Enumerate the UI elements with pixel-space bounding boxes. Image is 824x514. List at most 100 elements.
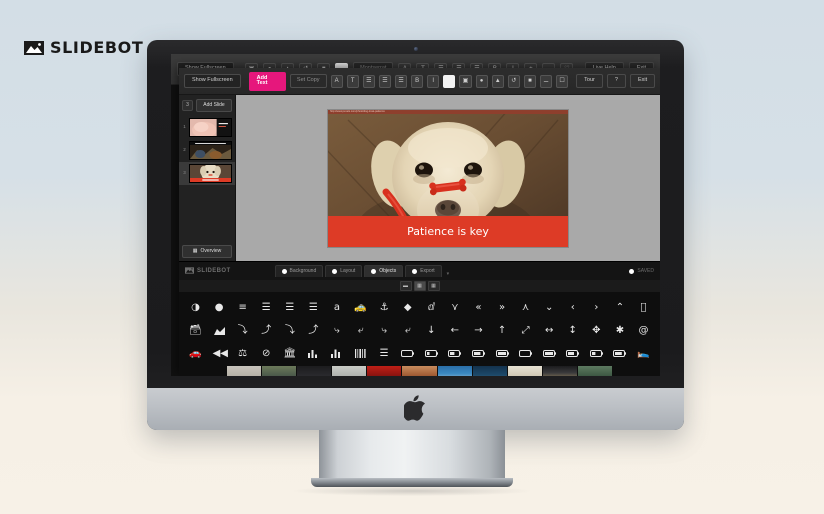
overview-button[interactable]: ▦ Overview <box>182 245 232 258</box>
battery-1-icon[interactable] <box>542 350 556 357</box>
adjust-icon[interactable]: ◑ <box>189 302 202 313</box>
angle-down-icon[interactable]: ⌄ <box>543 302 556 313</box>
ambulance-icon[interactable]: 🚕 <box>354 302 367 313</box>
strip-thumbnail[interactable] <box>507 366 542 376</box>
strip-thumbnail[interactable] <box>297 366 332 376</box>
android-icon[interactable]: ◆ <box>401 302 414 313</box>
bars-icon[interactable]: ☰ <box>378 348 391 359</box>
strip-thumbnail[interactable] <box>262 366 297 376</box>
battery-empty-icon[interactable] <box>401 350 415 357</box>
arrow-down-icon[interactable]: ↓ <box>425 325 438 336</box>
comment-icon[interactable]: ☐ <box>556 74 569 88</box>
arrow-right-icon[interactable]: → <box>472 325 485 336</box>
angle-up-icon[interactable]: ⌃ <box>613 302 626 313</box>
align-center-icon[interactable]: ☰ <box>378 74 391 88</box>
angle-double-up-icon[interactable]: ⋏ <box>519 302 532 313</box>
arrows-icon[interactable]: ⤢ <box>519 325 532 336</box>
align-left-icon[interactable]: ☰ <box>283 302 296 313</box>
arrow-circle-o-right-icon[interactable]: ⤷ <box>330 325 343 336</box>
slide-canvas[interactable]: http://www.pexels.com/photo/dog-treat-pa… <box>328 109 568 247</box>
barcode-icon[interactable] <box>354 349 367 358</box>
align-justify-icon[interactable]: ☰ <box>260 302 273 313</box>
show-fullscreen-button[interactable]: Show Fullscreen <box>184 74 241 88</box>
battery-0-icon[interactable] <box>519 350 533 357</box>
battery-4-icon[interactable] <box>613 350 627 357</box>
arrow-circle-o-left-icon[interactable]: ⤴ <box>307 325 320 336</box>
help-button[interactable]: ? <box>606 74 626 88</box>
strip-thumbnail[interactable] <box>402 366 437 376</box>
text-style-icon[interactable]: T <box>346 74 359 88</box>
adn-icon[interactable]: ● <box>213 302 226 313</box>
arrow-circle-right-icon[interactable]: ⤷ <box>378 325 391 336</box>
arrow-circle-o-down-icon[interactable]: ⤵ <box>283 325 296 336</box>
strip-thumbnail[interactable] <box>227 366 262 376</box>
list-item[interactable]: 1 <box>179 116 235 139</box>
color-swatch-icon[interactable] <box>443 74 456 88</box>
crop-icon[interactable]: ▣ <box>459 74 472 88</box>
layers-icon[interactable]: ■ <box>523 74 536 88</box>
automobile-icon[interactable]: 🚗 <box>189 348 202 359</box>
battery-three-quarters-icon[interactable] <box>471 350 485 357</box>
angle-double-right-icon[interactable]: » <box>496 302 509 313</box>
exit-button[interactable]: Exit <box>629 74 656 88</box>
arrow-up-icon[interactable]: ↑ <box>496 325 509 336</box>
bed-icon[interactable]: 🛌 <box>637 348 650 359</box>
align-right-icon[interactable]: ☰ <box>307 302 320 313</box>
angle-double-left-icon[interactable]: « <box>472 302 485 313</box>
slide-stage[interactable]: http://www.pexels.com/photo/dog-treat-pa… <box>236 95 660 261</box>
arrow-circle-down-icon[interactable]: ⤵ <box>236 325 249 336</box>
arrow-circle-left-icon[interactable]: ⤴ <box>260 325 273 336</box>
opacity-icon[interactable]: ▲ <box>491 74 504 88</box>
grid-view-icon[interactable]: ▦ <box>413 281 426 291</box>
tour-button[interactable]: Tour <box>576 74 603 88</box>
at-icon[interactable]: @ <box>637 325 650 336</box>
bold-icon[interactable]: B <box>411 74 424 88</box>
strip-thumbnail[interactable] <box>437 366 472 376</box>
strip-thumbnail[interactable] <box>542 366 577 376</box>
backward-icon[interactable]: ◀◀ <box>213 348 228 359</box>
archive-icon[interactable]: 🗃 <box>189 325 202 336</box>
strip-thumbnail[interactable] <box>367 366 402 376</box>
add-text-button[interactable]: Add Text <box>248 71 286 91</box>
arrow-left-icon[interactable]: ← <box>448 325 461 336</box>
add-slide-button[interactable]: Add Slide <box>196 99 232 112</box>
amazon-icon[interactable]: a <box>330 302 343 313</box>
slide-thumbnail[interactable] <box>189 164 232 183</box>
balance-scale-icon[interactable]: ⚖ <box>236 348 249 359</box>
font-size-icon[interactable]: A <box>330 74 343 88</box>
angle-double-down-icon[interactable]: ⋎ <box>448 302 461 313</box>
tab-layout[interactable]: Layout <box>325 265 363 277</box>
arrows-alt-icon[interactable]: ✥ <box>590 325 603 336</box>
bar-chart-o-icon[interactable] <box>330 349 343 358</box>
trash-icon[interactable]: ⚊ <box>539 74 553 88</box>
strip-thumbnail[interactable] <box>472 366 507 376</box>
angle-right-icon[interactable]: › <box>590 302 603 313</box>
asterisk-icon[interactable]: ✱ <box>613 325 626 336</box>
align-justify-icon[interactable]: ☰ <box>394 74 408 88</box>
battery-2-icon[interactable] <box>566 350 580 357</box>
battery-full-icon[interactable] <box>495 350 509 357</box>
shadow-icon[interactable]: ● <box>475 74 488 88</box>
align-left-icon[interactable]: ☰ <box>362 74 375 88</box>
area-chart-icon[interactable] <box>213 326 226 335</box>
list-item[interactable]: 3 <box>179 162 235 185</box>
battery-quarter-icon[interactable] <box>424 350 438 357</box>
apple-icon[interactable]:  <box>637 302 650 313</box>
arrow-circle-o-up-icon[interactable]: ⤶ <box>354 325 367 336</box>
tab-objects[interactable]: Objects <box>364 265 404 277</box>
thumb-view-icon[interactable]: ▦ <box>427 281 440 291</box>
chevron-down-icon[interactable]: ▾ <box>447 271 450 277</box>
slide-thumbnail[interactable] <box>189 141 232 160</box>
bank-icon[interactable]: 🏛 <box>283 348 296 359</box>
font-family-input[interactable]: Set Copy <box>289 74 327 88</box>
anchor-icon[interactable]: ⚓ <box>378 302 391 313</box>
tab-background[interactable]: Background <box>274 265 324 277</box>
bar-chart-icon[interactable] <box>307 349 320 358</box>
strip-thumbnail[interactable] <box>577 366 613 376</box>
rotate-icon[interactable]: ↺ <box>507 74 520 88</box>
list-view-icon[interactable]: ▬ <box>399 281 412 291</box>
battery-3-icon[interactable] <box>589 350 603 357</box>
ban-icon[interactable]: ⊘ <box>260 348 273 359</box>
tab-export[interactable]: Export <box>405 265 442 277</box>
angellist-icon[interactable]: ⅆ <box>425 302 438 313</box>
